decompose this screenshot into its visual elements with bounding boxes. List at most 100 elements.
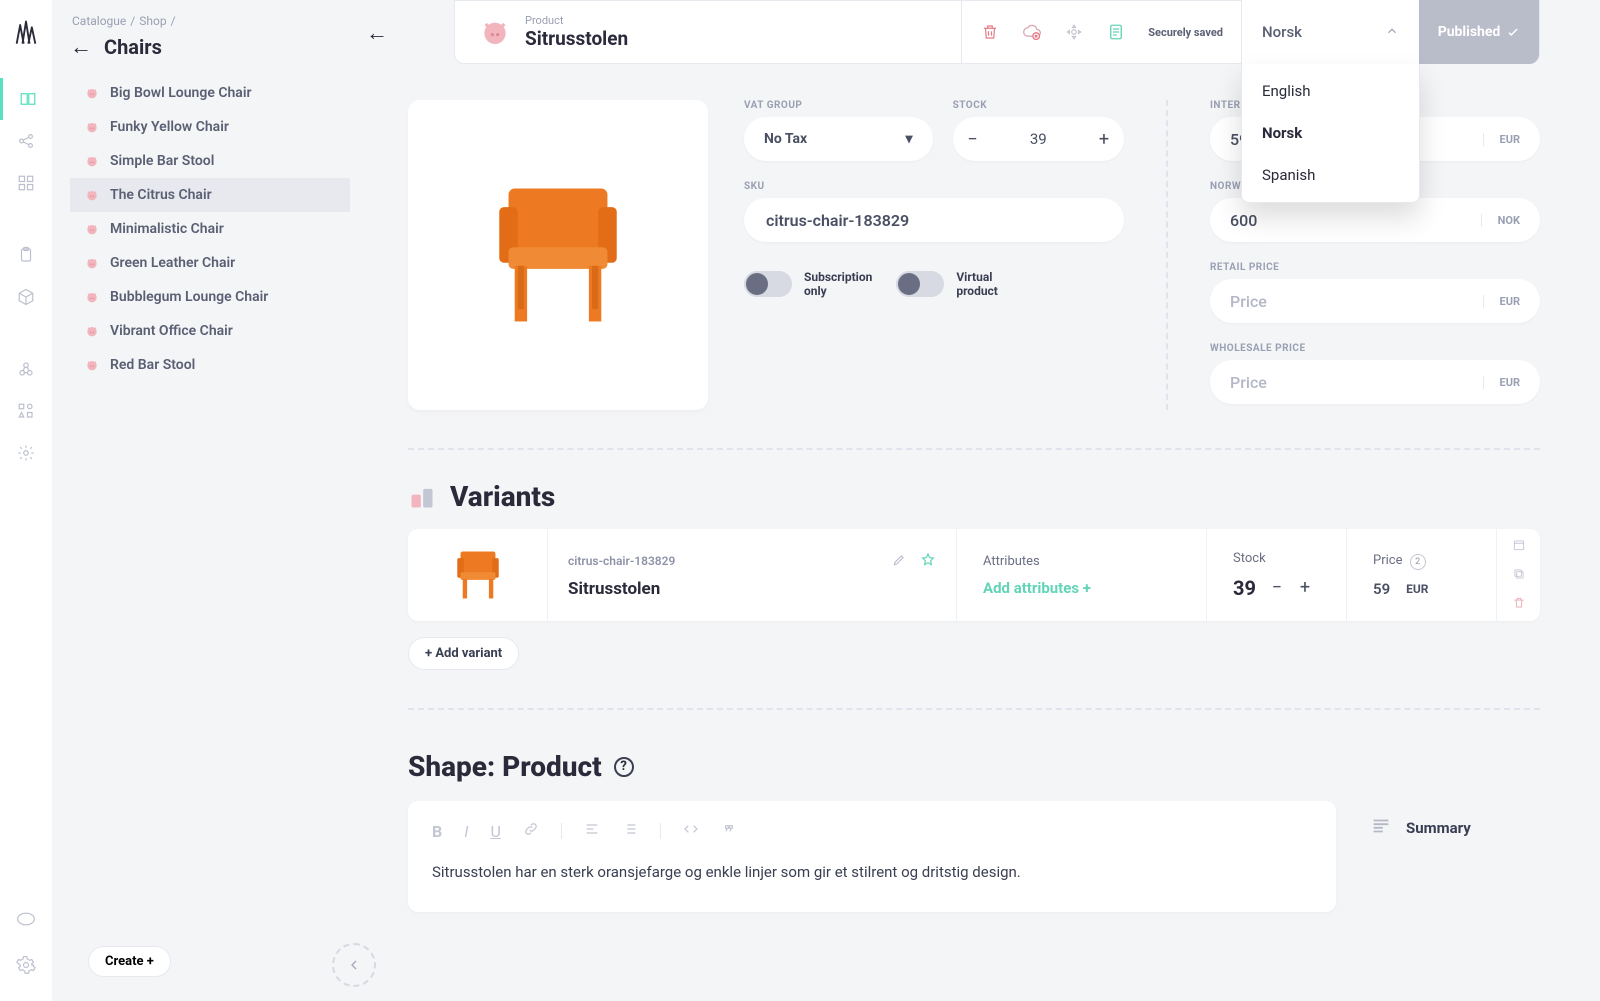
language-dropdown[interactable]: Norsk English Norsk Spanish xyxy=(1241,0,1419,64)
sidebar-item[interactable]: Bubblegum Lounge Chair xyxy=(70,280,350,314)
sidebar-item[interactable]: Simple Bar Stool xyxy=(70,144,350,178)
variant-calendar-button[interactable] xyxy=(1512,537,1526,556)
rail-grid[interactable] xyxy=(0,162,52,204)
stock-value[interactable]: 39 xyxy=(993,130,1084,148)
sidebar-item[interactable]: Funky Yellow Chair xyxy=(70,110,350,144)
rail-clipboard[interactable] xyxy=(0,234,52,276)
variant-price-label: Price 2 xyxy=(1373,553,1470,570)
rich-text-editor[interactable]: B I U Sitrusstolen har en sterk oransjef… xyxy=(408,801,1336,912)
language-option-english[interactable]: English xyxy=(1242,70,1419,112)
icon-rail xyxy=(0,0,52,1001)
sidebar-item[interactable]: Big Bowl Lounge Chair xyxy=(70,76,350,110)
product-icon xyxy=(84,289,100,305)
product-icon xyxy=(84,323,100,339)
link-button[interactable] xyxy=(523,821,539,841)
app-logo xyxy=(12,18,40,46)
edit-variant-button[interactable] xyxy=(892,553,906,570)
summary-icon xyxy=(1370,815,1392,841)
variant-row: citrus-chair-183829 Sitrusstolen Attribu… xyxy=(408,529,1540,621)
rail-catalogue[interactable] xyxy=(0,78,52,120)
bold-button[interactable]: B xyxy=(432,822,442,841)
vat-select[interactable]: No Tax ▾ xyxy=(744,117,933,161)
rail-share[interactable] xyxy=(0,120,52,162)
sidebar-item-label: The Citrus Chair xyxy=(110,187,212,203)
sidebar-item[interactable]: Vibrant Office Chair xyxy=(70,314,350,348)
language-option-norsk[interactable]: Norsk xyxy=(1242,112,1419,154)
product-image-preview[interactable] xyxy=(408,100,708,410)
unpublish-button[interactable] xyxy=(1022,22,1042,42)
check-icon xyxy=(1506,25,1520,39)
stock-decrement[interactable]: − xyxy=(953,129,993,150)
sidebar-item-label: Bubblegum Lounge Chair xyxy=(110,289,268,305)
page-title: Sitrusstolen xyxy=(525,27,628,50)
align-left-button[interactable] xyxy=(584,821,600,841)
help-icon[interactable]: ? xyxy=(614,757,634,777)
sidebar-item-label: Green Leather Chair xyxy=(110,255,235,271)
editor-content[interactable]: Sitrusstolen har en sterk oransjefarge o… xyxy=(432,861,1312,884)
product-icon xyxy=(84,187,100,203)
product-icon xyxy=(84,357,100,373)
breadcrumb-shop[interactable]: Shop xyxy=(139,14,166,28)
sidebar-item[interactable]: Green Leather Chair xyxy=(70,246,350,280)
subscription-toggle[interactable] xyxy=(744,271,792,297)
vat-label: VAT GROUP xyxy=(744,100,933,111)
quote-button[interactable] xyxy=(721,821,737,841)
rail-webhook[interactable] xyxy=(0,348,52,390)
sku-input[interactable]: citrus-chair-183829 xyxy=(744,198,1124,242)
breadcrumb[interactable]: Catalogue / Shop / xyxy=(70,14,350,28)
variant-duplicate-button[interactable] xyxy=(1512,566,1526,585)
virtual-toggle-label: Virtual product xyxy=(956,270,998,299)
variant-stock-value[interactable]: 39 xyxy=(1233,576,1256,600)
virtual-toggle[interactable] xyxy=(896,271,944,297)
add-variant-button[interactable]: + Add variant xyxy=(408,637,519,670)
code-button[interactable] xyxy=(683,821,699,841)
rail-gear-icon[interactable] xyxy=(0,947,52,983)
sidebar-item[interactable]: Minimalistic Chair xyxy=(70,212,350,246)
main-back-button[interactable]: ← xyxy=(366,20,388,46)
language-option-spanish[interactable]: Spanish xyxy=(1242,154,1419,196)
rail-language-icon[interactable] xyxy=(0,901,52,937)
variant-stock-increment[interactable]: + xyxy=(1298,577,1312,598)
sidebar-title: Chairs xyxy=(104,35,162,59)
saved-status-icon xyxy=(1106,22,1126,42)
wholesale-price-label: WHOLESALE PRICE xyxy=(1210,343,1540,354)
variant-thumbnail[interactable] xyxy=(408,529,548,621)
publish-button[interactable]: Published xyxy=(1419,0,1539,64)
sidebar-item-label: Minimalistic Chair xyxy=(110,221,224,237)
sidebar-list: Big Bowl Lounge Chair Funky Yellow Chair… xyxy=(70,76,350,382)
variant-stock-label: Stock xyxy=(1233,551,1320,566)
variant-price-value[interactable]: 59 xyxy=(1373,580,1390,598)
stock-stepper: − 39 + xyxy=(953,117,1124,161)
create-button[interactable]: Create + xyxy=(88,946,171,977)
sidebar-back-button[interactable]: ← xyxy=(70,34,92,60)
product-icon xyxy=(84,119,100,135)
breadcrumb-catalogue[interactable]: Catalogue xyxy=(72,14,126,28)
chair-image xyxy=(478,170,638,340)
rail-cube[interactable] xyxy=(0,276,52,318)
save-status-label: Securely saved xyxy=(1148,26,1223,39)
list-button[interactable] xyxy=(622,821,638,841)
catalogue-sidebar: Catalogue / Shop / ← Chairs Big Bowl Lou… xyxy=(52,0,350,1001)
variant-delete-button[interactable] xyxy=(1512,595,1526,614)
stock-increment[interactable]: + xyxy=(1084,129,1124,150)
rail-settings[interactable] xyxy=(0,432,52,474)
sidebar-item[interactable]: The Citrus Chair xyxy=(70,178,350,212)
sidebar-item[interactable]: Red Bar Stool xyxy=(70,348,350,382)
wholesale-price-input[interactable]: Price EUR xyxy=(1210,360,1540,404)
delete-button[interactable] xyxy=(980,22,1000,42)
shape-settings-button[interactable] xyxy=(1064,22,1084,42)
sidebar-item-label: Red Bar Stool xyxy=(110,357,195,373)
add-attributes-button[interactable]: Add attributes + xyxy=(983,579,1180,597)
retail-price-input[interactable]: Price EUR xyxy=(1210,279,1540,323)
variant-stock-decrement[interactable]: − xyxy=(1270,577,1284,598)
underline-button[interactable]: U xyxy=(490,822,500,841)
italic-button[interactable]: I xyxy=(464,822,468,841)
rail-components[interactable] xyxy=(0,390,52,432)
norway-price-input[interactable]: 600 NOK xyxy=(1210,198,1540,242)
stock-label: STOCK xyxy=(953,100,1124,111)
variant-sku: citrus-chair-183829 xyxy=(568,554,675,568)
sidebar-item-label: Big Bowl Lounge Chair xyxy=(110,85,252,101)
summary-label: Summary xyxy=(1406,819,1471,837)
favorite-variant-button[interactable] xyxy=(920,552,936,571)
chevron-up-icon xyxy=(1385,23,1399,42)
